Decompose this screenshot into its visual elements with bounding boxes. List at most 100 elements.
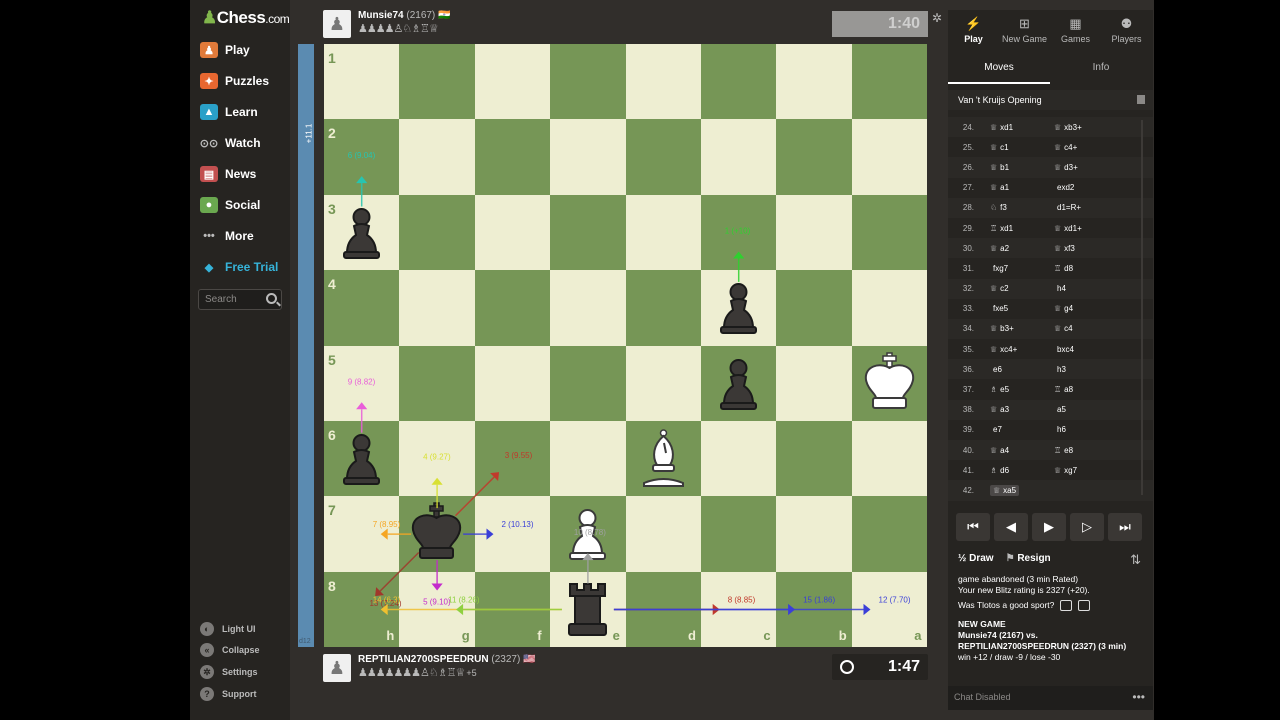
white-move[interactable]: ♕ a1 (990, 183, 1054, 192)
white-bishop-piece[interactable] (626, 421, 701, 496)
tab-play[interactable]: ⚡ Play (948, 16, 999, 44)
board-square[interactable] (399, 345, 475, 421)
black-pawn-piece[interactable] (701, 270, 776, 345)
white-pawn-piece[interactable] (550, 496, 625, 571)
board-square[interactable] (474, 194, 551, 271)
white-move[interactable]: ♕ c2 (990, 284, 1054, 293)
move-row[interactable]: 31. fxg7 ♖ d8 (948, 258, 1153, 278)
board-square[interactable] (701, 421, 777, 497)
white-move[interactable]: ♕ a2 (990, 244, 1054, 253)
black-move[interactable]: ♕ xg7 (1054, 466, 1118, 475)
black-move[interactable]: ♕ xb3+ (1054, 123, 1118, 132)
next-move-button[interactable]: ▷ (1070, 513, 1104, 541)
black-move[interactable]: ♕ xd1+ (1054, 224, 1118, 233)
board-square[interactable] (851, 194, 928, 271)
move-row[interactable]: 35. ♕ xc4+ bxc4 (948, 339, 1153, 359)
draw-button[interactable]: ½ Draw (958, 553, 994, 564)
move-list[interactable]: 24. ♕ xd1 ♕ xb3+ 25. ♕ c1 ♕ c4+ 26. ♕ b1 ♕ d3+ 27. ♕ a1 ex… (948, 117, 1153, 501)
nav-news[interactable]: ▤ News (200, 163, 256, 185)
black-move[interactable] (1054, 486, 1118, 495)
move-row[interactable]: 40. ♕ a4 ♖ e8 (948, 440, 1153, 461)
board-square[interactable] (701, 194, 777, 271)
black-pawn-piece[interactable] (324, 421, 399, 496)
bottom-player-name[interactable]: REPTILIAN2700SPEEDRUN (2327) 🇺🇸 (358, 654, 536, 665)
move-row[interactable]: 30. ♕ a2 ♕ xf3 (948, 238, 1153, 259)
board-square[interactable] (776, 119, 852, 195)
black-move[interactable]: ♕ g4 (1054, 304, 1118, 313)
white-move[interactable]: ♕ xc4+ (990, 345, 1054, 354)
white-move[interactable]: ♕ xa5 (990, 484, 1054, 496)
move-row[interactable]: 41. ♗ d6 ♕ xg7 (948, 460, 1153, 480)
white-move[interactable]: ♕ b1 (990, 163, 1054, 172)
black-move[interactable]: ♕ c4 (1054, 324, 1118, 333)
move-row[interactable]: 37. ♗ e5 ♖ a8 (948, 379, 1153, 399)
board-square[interactable] (399, 421, 475, 497)
board-square[interactable] (474, 345, 551, 421)
nav-puzzles[interactable]: ✦ Puzzles (200, 70, 269, 92)
board-square[interactable] (474, 270, 551, 346)
black-move[interactable]: ♖ a8 (1054, 385, 1118, 394)
board-square[interactable] (701, 496, 777, 572)
last-move-button[interactable]: ⏭ (1108, 513, 1142, 541)
black-king-piece[interactable] (399, 496, 474, 571)
board-square[interactable] (851, 421, 928, 497)
board-square[interactable] (625, 345, 701, 421)
black-move[interactable]: ♕ d3+ (1054, 163, 1118, 172)
board-square[interactable] (776, 44, 852, 120)
black-move[interactable]: ♕ c4+ (1054, 143, 1118, 152)
white-king-piece[interactable] (852, 346, 927, 421)
move-row[interactable]: 29. ♖ xd1 ♕ xd1+ (948, 218, 1153, 238)
move-row[interactable]: 24. ♕ xd1 ♕ xb3+ (948, 117, 1153, 138)
nav-play[interactable]: ♟ Play (200, 39, 250, 61)
board-square[interactable] (474, 44, 551, 120)
board-square[interactable] (550, 421, 626, 497)
search-input[interactable]: Search (198, 289, 282, 310)
support-button[interactable]: ? Support (200, 685, 257, 703)
board-square[interactable] (474, 496, 551, 572)
board-square[interactable] (776, 496, 852, 572)
white-move[interactable]: ♕ a4 (990, 446, 1054, 455)
move-row[interactable]: 34. ♕ b3+ ♕ c4 (948, 318, 1153, 340)
black-pawn-piece[interactable] (701, 346, 776, 421)
move-row[interactable]: 38. ♕ a3 a5 (948, 399, 1153, 420)
board-square[interactable] (701, 119, 777, 195)
white-move[interactable]: ♕ a3 (990, 405, 1054, 414)
board-square[interactable] (625, 44, 701, 120)
black-move[interactable]: h3 (1054, 365, 1118, 374)
board-square[interactable] (550, 270, 626, 346)
board-square[interactable] (474, 421, 551, 497)
black-move[interactable]: d1=R+ (1054, 203, 1118, 212)
white-move[interactable]: ♖ xd1 (990, 224, 1054, 233)
top-player-name[interactable]: Munsie74 (2167) 🇮🇳 (358, 10, 451, 21)
move-row[interactable]: 33. fxe5 ♕ g4 (948, 299, 1153, 319)
move-row[interactable]: 36. e6 h3 (948, 359, 1153, 380)
prev-move-button[interactable]: ◀ (994, 513, 1028, 541)
board-square[interactable] (625, 270, 701, 346)
board-square[interactable] (776, 345, 852, 421)
tab-games[interactable]: ▦ Games (1050, 16, 1101, 44)
white-move[interactable]: ♗ e5 (990, 385, 1054, 394)
white-move[interactable]: ♘ f3 (990, 203, 1054, 212)
move-row[interactable]: 42. ♕ xa5 (948, 480, 1153, 501)
move-row[interactable]: 26. ♕ b1 ♕ d3+ (948, 157, 1153, 178)
scrollbar[interactable] (1141, 120, 1143, 495)
nav-watch[interactable]: ⊙⊙ Watch (200, 132, 261, 154)
white-move[interactable]: e7 (990, 425, 1054, 434)
board-square[interactable] (550, 44, 626, 120)
move-row[interactable]: 39. e7 h6 (948, 420, 1153, 440)
board-square[interactable] (851, 119, 928, 195)
white-move[interactable]: ♕ b3+ (990, 324, 1054, 333)
board-square[interactable] (851, 270, 928, 346)
black-move[interactable]: h6 (1054, 425, 1118, 434)
board-square[interactable] (399, 270, 475, 346)
board-square[interactable] (625, 194, 701, 271)
move-row[interactable]: 27. ♕ a1 exd2 (948, 178, 1153, 198)
black-move[interactable]: ♕ xf3 (1054, 244, 1118, 253)
nav-social[interactable]: ● Social (200, 194, 260, 216)
board-square[interactable] (399, 194, 475, 271)
white-move[interactable]: ♕ c1 (990, 143, 1054, 152)
chat-input[interactable]: Chat Disabled ••• (948, 686, 1153, 710)
subtab-info[interactable]: Info (1050, 62, 1152, 73)
board-square[interactable] (851, 496, 928, 572)
white-move[interactable]: ♕ xd1 (990, 123, 1054, 132)
